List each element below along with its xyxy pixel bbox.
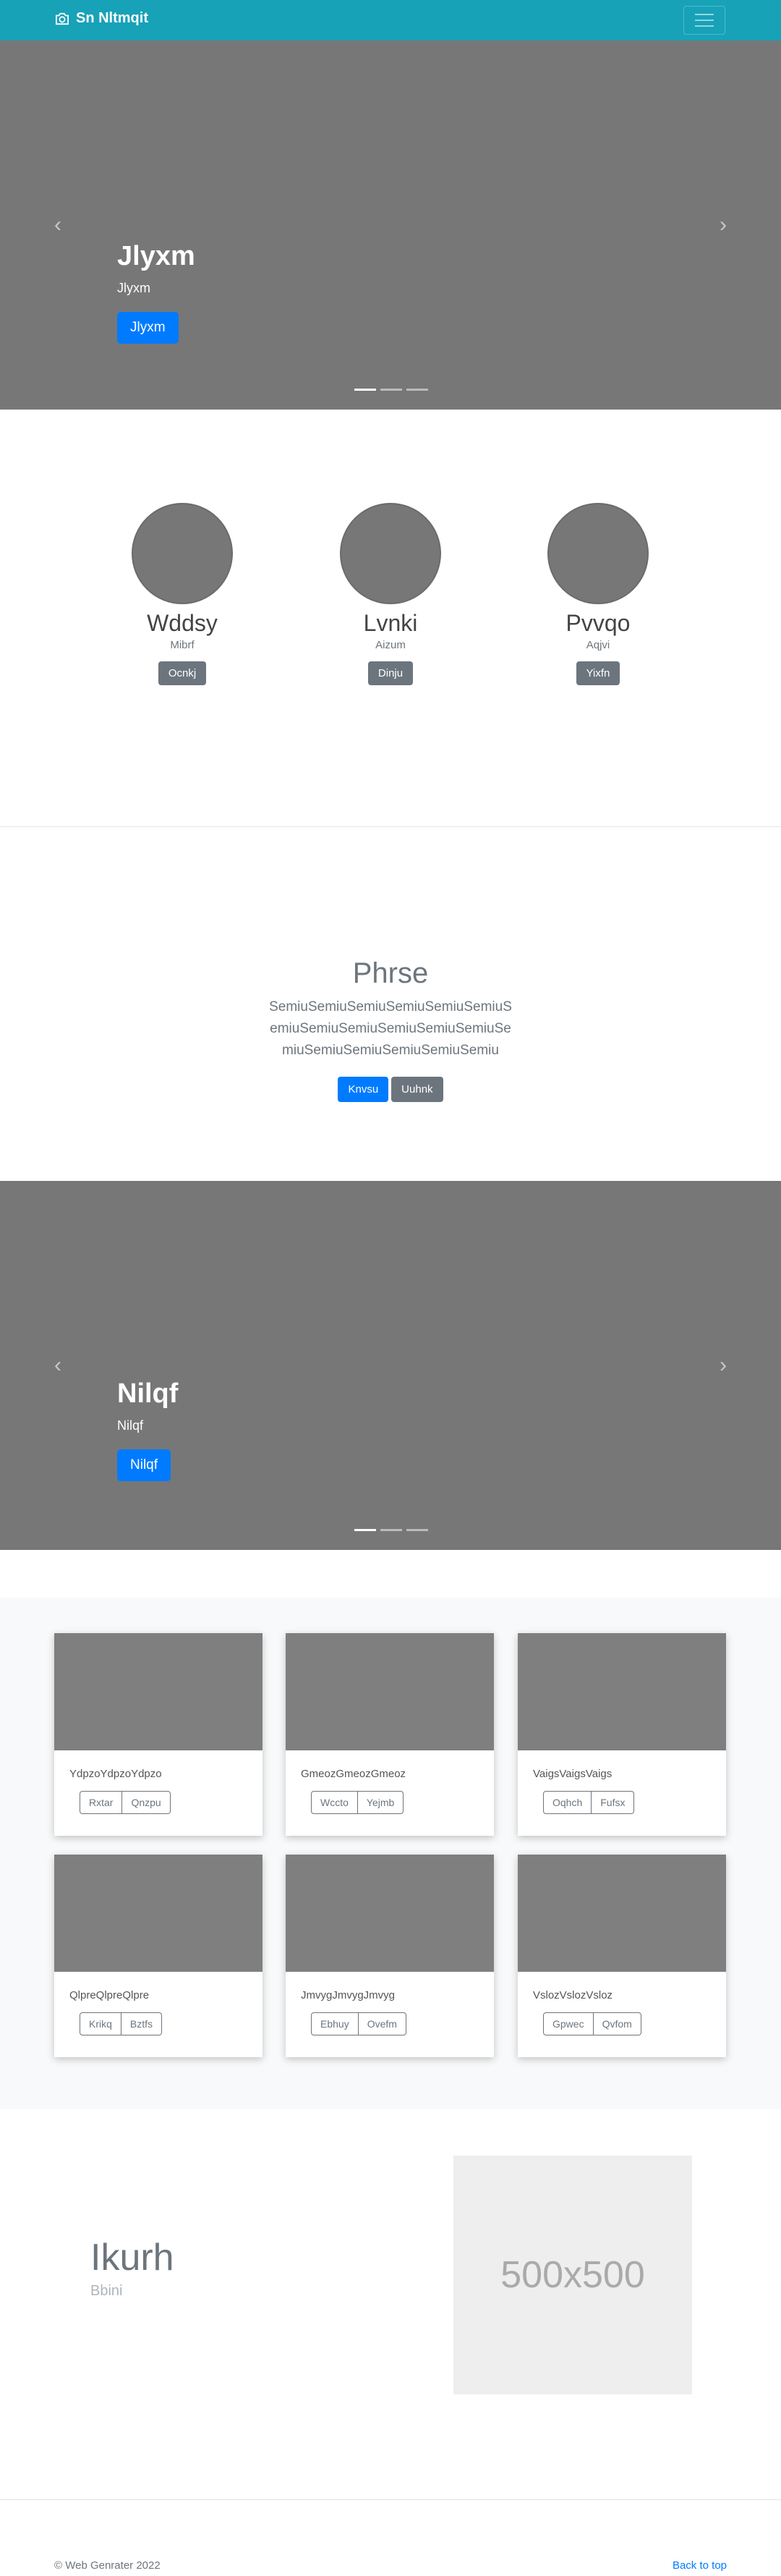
cta-buttons: Knvsu Uuhnk	[0, 1077, 781, 1102]
card-button[interactable]: Qnzpu	[122, 1791, 171, 1814]
album-card: VaigsVaigsVaigs Oqhch Fufsx	[518, 1633, 726, 1836]
team-member: Lvnki Aizum Dinju	[318, 503, 463, 685]
carousel-cta-button[interactable]: Nilqf	[117, 1449, 171, 1481]
member-button[interactable]: Ocnkj	[158, 661, 207, 685]
card-image	[286, 1633, 494, 1750]
carousel-indicator-1[interactable]	[354, 1529, 376, 1531]
feature-image-placeholder: 500x500	[453, 2156, 692, 2394]
team-member: Wddsy Mibrf Ocnkj	[110, 503, 255, 685]
card-button-group: Wccto Yejmb	[311, 1791, 494, 1814]
card-image	[286, 1855, 494, 1972]
carousel-prev-button[interactable]: ‹	[51, 214, 65, 236]
footer-copyright: © Web Genrater 2022	[54, 2559, 161, 2572]
member-name: Wddsy	[147, 610, 218, 636]
carousel-indicator-2[interactable]	[380, 1529, 402, 1531]
card-button[interactable]: Fufsx	[592, 1791, 635, 1814]
carousel-prev-button[interactable]: ‹	[51, 1355, 65, 1376]
card-image	[518, 1855, 726, 1972]
card-text: VaigsVaigsVaigs	[533, 1768, 613, 1780]
member-button[interactable]: Dinju	[367, 661, 414, 685]
card-button[interactable]: Krikq	[80, 2012, 121, 2035]
cta-heading: Phrse	[352, 957, 429, 989]
carousel-indicator-2[interactable]	[380, 389, 402, 391]
carousel-subtitle: Jlyxm	[117, 281, 150, 295]
card-button-group: Rxtar Qnzpu	[80, 1791, 263, 1814]
card-button[interactable]: Ovefm	[358, 2012, 406, 2035]
back-to-top-link[interactable]: Back to top	[673, 2559, 727, 2572]
card-button[interactable]: Ebhuy	[311, 2012, 359, 2035]
placeholder-label: 500x500	[500, 2254, 645, 2296]
feature-section: Ikurh Bbini 500x500	[0, 2109, 781, 2500]
member-name: Pvvqo	[566, 610, 631, 636]
card-image	[54, 1633, 263, 1750]
album-card: YdpzoYdpzoYdpzo Rxtar Qnzpu	[54, 1633, 263, 1836]
avatar	[132, 503, 233, 604]
member-button[interactable]: Yixfn	[576, 661, 620, 685]
member-name: Lvnki	[363, 610, 418, 636]
card-text: QlpreQlpreQlpre	[69, 1989, 150, 2001]
card-button[interactable]: Oqhch	[543, 1791, 592, 1814]
feature-text: Bbini	[90, 2283, 123, 2299]
hero-carousel-1: ‹ › Jlyxm Jlyxm Jlyxm	[0, 41, 781, 410]
team-section: Wddsy Mibrf Ocnkj Lvnki Aizum Dinju Pvvq…	[0, 410, 781, 827]
member-role: Aizum	[375, 639, 406, 651]
cta-lead-text: SemiuSemiuSemiuSemiuSemiuSemiuSemiuSemiu…	[269, 999, 512, 1058]
card-image	[54, 1855, 263, 1972]
card-button[interactable]: Wccto	[311, 1791, 358, 1814]
album-card: VslozVslozVsloz Gpwec Qvfom	[518, 1855, 726, 2057]
team-member: Pvvqo Aqjvi Yixfn	[526, 503, 670, 685]
carousel-next-button[interactable]: ›	[716, 214, 730, 236]
album-card: JmvygJmvygJmvyg Ebhuy Ovefm	[286, 1855, 494, 2057]
carousel-next-button[interactable]: ›	[716, 1355, 730, 1376]
card-button-group: Gpwec Qvfom	[543, 2012, 726, 2035]
card-image	[518, 1633, 726, 1750]
card-text: VslozVslozVsloz	[533, 1989, 613, 2001]
card-button[interactable]: Gpwec	[543, 2012, 594, 2035]
navbar-toggle-button[interactable]	[683, 6, 725, 35]
card-button-group: Krikq Bztfs	[80, 2012, 263, 2035]
card-button-group: Ebhuy Ovefm	[311, 2012, 494, 2035]
card-text: YdpzoYdpzoYdpzo	[69, 1768, 162, 1780]
carousel-indicators	[354, 389, 428, 391]
navbar: Sn Nltmqit	[0, 0, 781, 41]
carousel-title: Nilqf	[117, 1378, 179, 1409]
camera-icon	[56, 12, 69, 25]
cta-section: Phrse SemiuSemiuSemiuSemiuSemiuSemiuSemi…	[0, 827, 781, 1181]
carousel-indicator-1[interactable]	[354, 389, 376, 391]
card-button[interactable]: Bztfs	[121, 2012, 163, 2035]
carousel-caption: Jlyxm Jlyxm Jlyxm	[117, 241, 195, 344]
album-section: YdpzoYdpzoYdpzo Rxtar Qnzpu GmeozGmeozGm…	[0, 1598, 781, 2109]
feature-heading: Ikurh	[90, 2237, 174, 2279]
card-button[interactable]: Yejmb	[357, 1791, 404, 1814]
member-role: Mibrf	[170, 639, 195, 651]
carousel-indicator-3[interactable]	[406, 1529, 428, 1531]
card-button[interactable]: Rxtar	[80, 1791, 123, 1814]
cta-primary-button[interactable]: Knvsu	[338, 1077, 389, 1102]
footer: © Web Genrater 2022 Back to top	[0, 2500, 781, 2576]
brand-name: Sn Nltmqit	[76, 10, 148, 26]
card-button[interactable]: Qvfom	[593, 2012, 641, 2035]
brand-link[interactable]: Sn Nltmqit	[54, 10, 148, 27]
hero-carousel-2: ‹ › Nilqf Nilqf Nilqf	[0, 1181, 781, 1550]
card-text: GmeozGmeozGmeoz	[301, 1768, 406, 1780]
card-text: JmvygJmvygJmvyg	[301, 1989, 396, 2001]
album-card: GmeozGmeozGmeoz Wccto Yejmb	[286, 1633, 494, 1836]
cta-secondary-button[interactable]: Uuhnk	[391, 1077, 443, 1102]
avatar	[547, 503, 649, 604]
avatar	[340, 503, 441, 604]
album-card: QlpreQlpreQlpre Krikq Bztfs	[54, 1855, 263, 2057]
carousel-indicators	[354, 1529, 428, 1531]
carousel-cta-button[interactable]: Jlyxm	[117, 312, 179, 344]
carousel-caption: Nilqf Nilqf Nilqf	[117, 1378, 178, 1481]
member-role: Aqjvi	[586, 639, 610, 651]
carousel-indicator-3[interactable]	[406, 389, 428, 391]
carousel-title: Jlyxm	[117, 241, 195, 271]
carousel-subtitle: Nilqf	[117, 1418, 144, 1433]
card-button-group: Oqhch Fufsx	[543, 1791, 726, 1814]
hamburger-icon	[695, 14, 714, 15]
